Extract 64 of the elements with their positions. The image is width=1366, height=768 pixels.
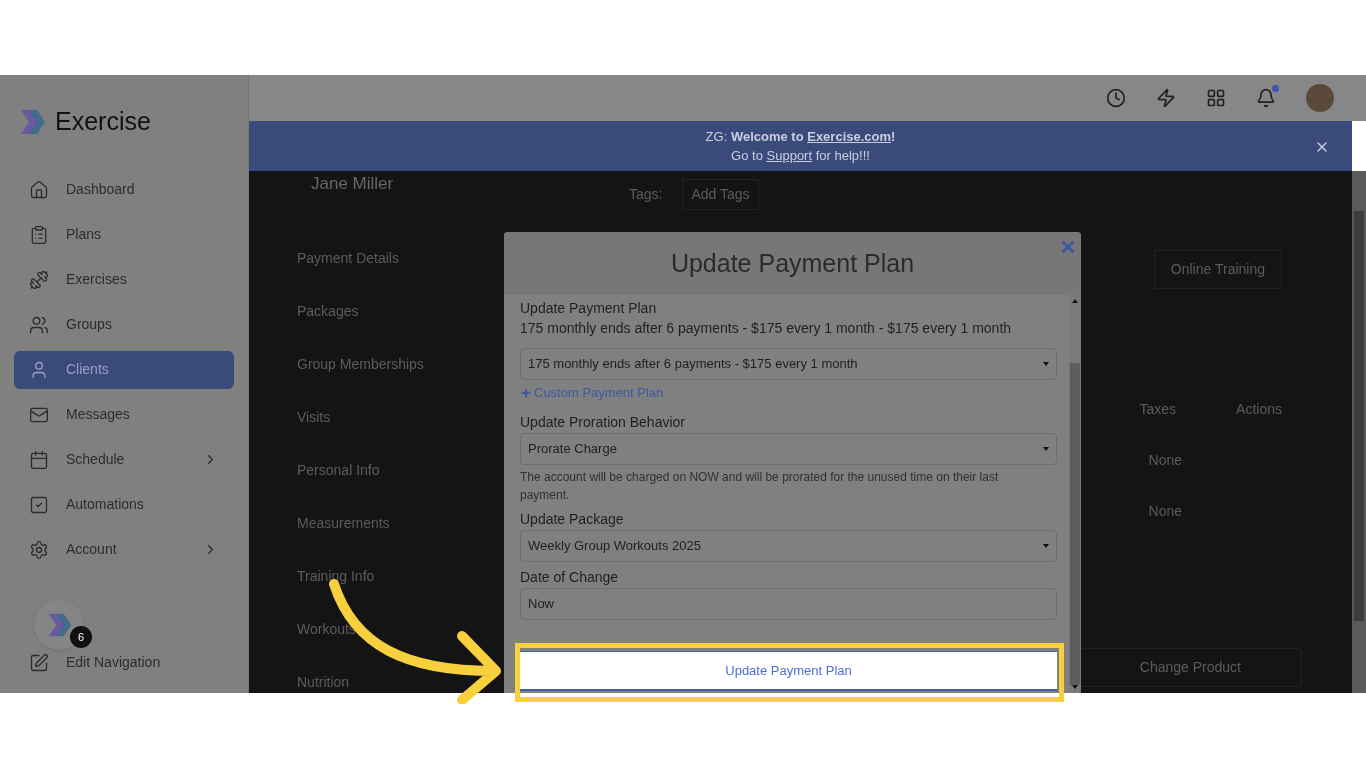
- lightning-icon[interactable]: [1156, 88, 1176, 109]
- client-menu-item[interactable]: Visits: [297, 407, 499, 428]
- help-text: The account will be charged on NOW and will be prorated for the unused time on their last payment.: [520, 468, 1000, 504]
- people-icon: [29, 314, 49, 335]
- sidebar-item[interactable]: Account: [14, 530, 234, 569]
- tags-label: Tags:: [629, 184, 663, 204]
- field-label: Update Proration Behavior: [520, 412, 686, 431]
- column-header: Actions: [1236, 399, 1282, 419]
- edit-icon: [29, 652, 49, 673]
- client-menu-item[interactable]: Nutrition: [297, 672, 499, 693]
- table-cell-text: None: [1148, 501, 1182, 521]
- grid-icon[interactable]: [1206, 88, 1226, 109]
- client-name: Jane Miller: [310, 172, 395, 195]
- dumbbell-icon: [29, 269, 49, 290]
- field-label: Update Package: [520, 509, 625, 528]
- client-menu-item[interactable]: Training Info: [297, 566, 499, 587]
- select-field[interactable]: Weekly Group Workouts 2025: [520, 529, 1057, 562]
- history-icon[interactable]: [1106, 88, 1126, 109]
- column-header: Taxes: [1139, 399, 1177, 419]
- banner-text: Go to Support for help!!!: [731, 146, 870, 165]
- banner-text: ZG: Welcome to Exercise.com!: [705, 127, 896, 146]
- update-payment-plan-button[interactable]: Update Payment Plan: [520, 651, 1057, 691]
- scrollbar-thumb[interactable]: [1070, 363, 1080, 685]
- sidebar-item[interactable]: Automations: [14, 485, 234, 524]
- bell-icon[interactable]: [1256, 88, 1276, 109]
- banner-link[interactable]: Support: [766, 147, 813, 163]
- current-plan-text: 175 monthly ends after 6 payments - $175 every 1 month - $175 every 1 month: [520, 319, 1013, 338]
- app-logo-text: Exercise: [55, 106, 151, 137]
- client-menu-item[interactable]: Personal Info: [297, 460, 499, 481]
- tab[interactable]: Online Training: [1153, 249, 1282, 289]
- scroll-down-icon[interactable]: [1072, 685, 1078, 689]
- sidebar-item[interactable]: Clients: [14, 350, 234, 389]
- sidebar-item[interactable]: Messages: [14, 395, 234, 434]
- tags-field[interactable]: Add Tags: [682, 178, 759, 210]
- home-icon: [29, 179, 49, 200]
- dropdown-caret-icon: [1043, 362, 1049, 366]
- plus-icon: [520, 386, 532, 399]
- sidebar-item[interactable]: Plans: [14, 215, 234, 254]
- client-menu-item[interactable]: Payment Details: [297, 248, 499, 269]
- client-menu-item[interactable]: Packages: [297, 301, 499, 322]
- sidebar-item[interactable]: Groups: [14, 305, 234, 344]
- avatar[interactable]: [1306, 84, 1334, 113]
- client-menu-item[interactable]: Group Memberships: [297, 354, 499, 375]
- field-label: Update Payment Plan: [520, 299, 658, 317]
- sidebar-item[interactable]: Dashboard: [14, 170, 234, 209]
- dropdown-caret-icon: [1043, 543, 1049, 548]
- client-menu-item[interactable]: Measurements: [297, 513, 499, 534]
- dropdown-caret-icon: [1043, 446, 1049, 451]
- scroll-up-icon[interactable]: [1072, 299, 1078, 303]
- modal-title: Update Payment Plan: [670, 247, 915, 279]
- date-field[interactable]: Now: [520, 587, 1057, 620]
- sidebar-item[interactable]: Exercises: [14, 260, 234, 299]
- badge: 6: [70, 626, 92, 648]
- client-menu-item[interactable]: Workouts: [297, 619, 499, 640]
- select-field[interactable]: 175 monthly ends after 6 payments - $175 every 1 month: [520, 348, 1057, 380]
- sidebar-item[interactable]: Schedule: [14, 440, 234, 479]
- field-label: Date of Change: [520, 567, 620, 586]
- clipboard-icon: [29, 224, 49, 245]
- scrollbar-thumb[interactable]: [1354, 210, 1364, 621]
- select-field[interactable]: Prorate Charge: [520, 432, 1057, 465]
- settings-icon: [29, 539, 49, 560]
- table-cell-text: None: [1148, 450, 1182, 470]
- checkbox-icon: [29, 494, 49, 515]
- calendar-icon: [29, 449, 49, 470]
